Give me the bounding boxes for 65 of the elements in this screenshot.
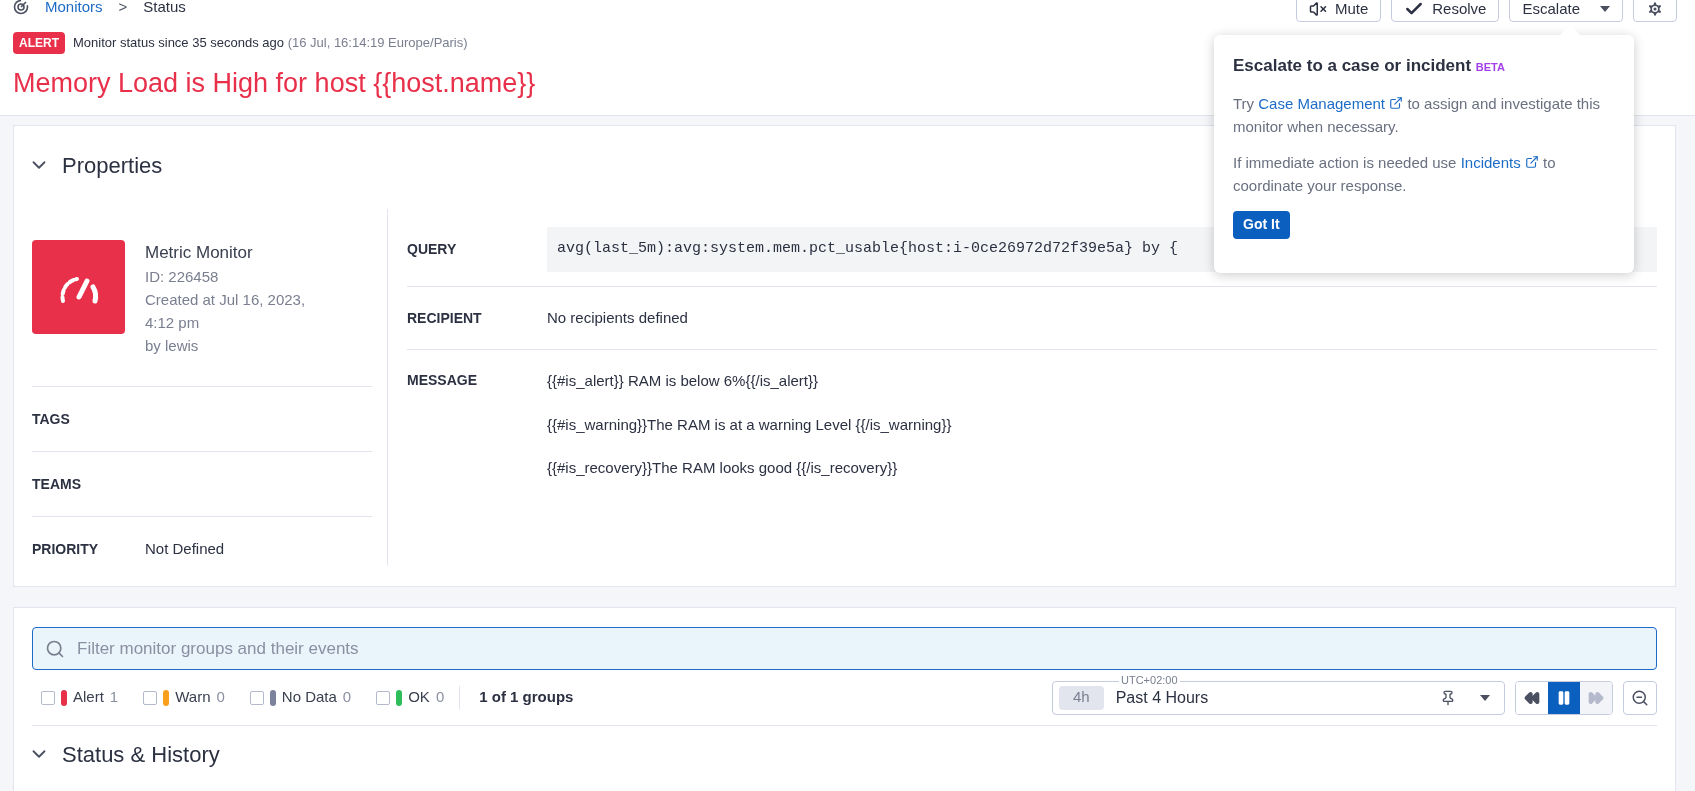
settings-icon — [1646, 0, 1664, 18]
case-management-link[interactable]: Case Management — [1258, 94, 1404, 112]
history-heading: Status & History — [62, 740, 220, 769]
created-by: by lewis — [145, 336, 200, 356]
breadcrumb-separator: > — [118, 0, 128, 17]
status-filter-label: No Data — [281, 687, 337, 708]
monitor-type-icon — [32, 240, 125, 334]
status-checkbox[interactable] — [41, 690, 55, 705]
popover-paragraph: If immediate action is needed use Incidents to coordinate your response. — [1233, 152, 1557, 196]
status-count: 0 — [342, 687, 352, 708]
monitor-type: Metric Monitor — [145, 242, 254, 264]
breadcrumb-current: Status — [143, 0, 186, 17]
status-count: 1 — [109, 687, 119, 708]
message-label: MESSAGE — [407, 371, 478, 390]
status-checkbox[interactable] — [143, 690, 158, 705]
status-checkbox[interactable] — [376, 690, 391, 705]
message-line: {{#is_alert}} RAM is below 6%{{/is_alert}} — [547, 371, 819, 391]
status-filter-label: Warn — [175, 687, 211, 708]
zoom-out-icon — [1631, 688, 1649, 707]
incidents-link[interactable]: Incidents — [1460, 153, 1539, 171]
monitor-id: ID: 226458 — [145, 267, 220, 287]
rewind-icon — [1524, 689, 1540, 706]
property-label: PRIORITY — [32, 539, 100, 559]
escalate-button[interactable]: Escalate — [1509, 0, 1623, 22]
pause-icon — [1556, 689, 1572, 706]
caret-icon — [1480, 694, 1490, 701]
status-count: 0 — [435, 687, 445, 708]
property-label: TAGS — [32, 409, 71, 429]
external-link-icon — [1524, 155, 1539, 170]
popover-paragraph: Try Case Management to assign and investigate this monitor when necessary. — [1233, 93, 1601, 137]
monitor-logo-icon — [13, 0, 29, 16]
caret-icon — [1600, 6, 1610, 12]
fast-forward-icon — [1588, 689, 1604, 706]
property-value: Not Defined — [145, 538, 225, 559]
filter-input[interactable]: Filter monitor groups and their events — [77, 635, 1644, 662]
settings-button[interactable] — [1633, 0, 1677, 22]
pause-button[interactable] — [1548, 681, 1580, 714]
mute-button[interactable]: Mute — [1295, 0, 1382, 22]
query-label: QUERY — [407, 240, 458, 259]
popover-title: Escalate to a case or incident BETA — [1233, 55, 1506, 77]
breadcrumb-link[interactable]: Monitors — [45, 0, 103, 19]
external-link-icon — [1389, 96, 1404, 111]
message-line: {{#is_recovery}}The RAM looks good {{/is_recovery}} — [547, 458, 899, 478]
search-icon — [45, 638, 65, 659]
status-filter-label: Alert — [73, 687, 104, 708]
alert-badge: ALERT — [13, 32, 65, 54]
status-checkbox[interactable] — [249, 690, 264, 705]
recipient-value: No recipients defined — [547, 307, 688, 328]
got-it-button[interactable]: Got It — [1233, 210, 1290, 239]
groups-count: 1 of 1 groups — [479, 687, 574, 708]
resolve-button[interactable]: Resolve — [1391, 0, 1500, 22]
timeframe-label: Past 4 Hours — [1115, 687, 1210, 708]
status-count: 0 — [216, 687, 225, 708]
mute-icon — [1308, 0, 1327, 18]
property-label: TEAMS — [32, 474, 82, 494]
status-text: Monitor status since 35 seconds ago (16 Jul, 16:14:19 Europe/Paris) — [73, 34, 468, 53]
properties-heading: Properties — [62, 151, 163, 180]
timeframe-pill: 4h — [1059, 685, 1104, 710]
status-filter-label: OK — [408, 687, 430, 708]
recipient-label: RECIPIENT — [407, 308, 483, 328]
filter-search-field[interactable]: Filter monitor groups and their events — [32, 627, 1657, 670]
monitor-title: Memory Load is High for host {{host.name}} — [13, 67, 536, 100]
pin-icon[interactable] — [1440, 689, 1456, 706]
message-line: {{#is_warning}}The RAM is at a warning Level {{/is_warning}} — [547, 414, 952, 435]
zoom-out-button[interactable] — [1623, 680, 1657, 715]
